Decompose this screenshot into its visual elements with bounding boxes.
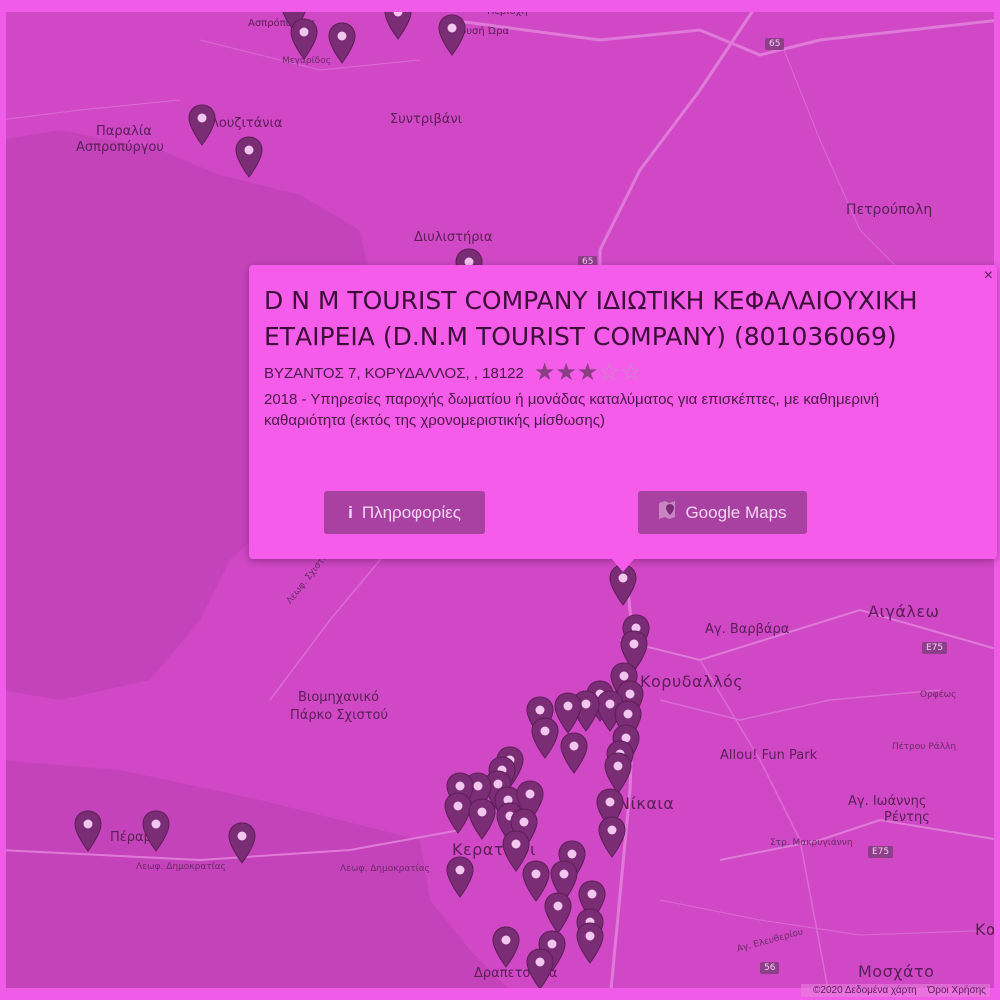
label-viomichaniko: Βιομηχανικό (298, 690, 380, 705)
label-orfeos: Ορφέως (920, 690, 957, 700)
star-icon: ★ (555, 359, 577, 386)
map-pin-icon[interactable] (491, 926, 521, 968)
label-aigaleo: Αιγάλεω (868, 602, 940, 621)
map-pin-icon[interactable] (445, 856, 475, 898)
address-row: ΒΥΖΑΝΤΟΣ 7, ΚΟΡΥΔΑΛΛΟΣ, , 18122 ★ ★ ★ ☆ ☆ (264, 359, 982, 386)
map-pin-icon[interactable] (437, 14, 467, 56)
label-ag-ioannis: Αγ. Ιωάννης (848, 794, 927, 809)
map-pin-icon[interactable] (73, 810, 103, 852)
label-petrou-ralli: Πέτρου Ράλλη (892, 742, 957, 752)
map-pin-icon[interactable] (543, 892, 573, 934)
terms-link[interactable]: Όροι Χρήσης (928, 985, 986, 996)
star-icon: ☆ (598, 359, 620, 386)
star-rating: ★ ★ ★ ☆ ☆ (533, 359, 642, 386)
route-shield-56: 56 (760, 962, 780, 974)
info-button[interactable]: i Πληροφορίες (324, 491, 485, 534)
label-paralia: Παραλία (96, 124, 152, 139)
map-pin-icon[interactable] (327, 22, 357, 64)
map-pin-icon[interactable] (525, 948, 555, 990)
map-pin-icon[interactable] (187, 104, 217, 146)
label-rentis: Ρέντης (884, 810, 930, 825)
label-nikaia: Νίκαια (618, 794, 675, 813)
info-window-pointer (611, 558, 635, 572)
google-maps-button[interactable]: Google Maps (638, 491, 807, 534)
business-description: 2018 - Υπηρεσίες παροχής δωματίου ή μονά… (264, 391, 880, 429)
star-icon: ☆ (619, 359, 642, 386)
map-attribution: ©2020 Δεδομένα χάρτη Όροι Χρήσης (801, 984, 990, 997)
label-diylistiria: Διυλιστήρια (414, 230, 493, 245)
map-frame-left (0, 0, 6, 1000)
label-str-makrygianni: Στρ. Μακρυγιάννη (770, 838, 853, 848)
google-maps-button-label: Google Maps (685, 502, 787, 522)
map-pin-icon[interactable] (575, 922, 605, 964)
info-window: × D N M TOURIST COMPANY ΙΔΙΩΤΙΚΗ ΚΕΦΑΛΑΙ… (249, 265, 997, 572)
map-pin-icon[interactable] (559, 732, 589, 774)
business-title: D N M TOURIST COMPANY ΙΔΙΩΤΙΚΗ ΚΕΦΑΛΑΙΟΥ… (264, 286, 918, 351)
map-canvas[interactable]: Ασπρόπυργος Μεγαρίδος Περιοχή Χρυσή Ώρα … (0, 0, 1000, 1000)
label-parko-schistou: Πάρκο Σχιστού (290, 708, 389, 723)
info-button-label: Πληροφορίες (361, 502, 461, 522)
label-ag-varvara: Αγ. Βαρβάρα (705, 622, 790, 637)
label-syntrivani: Συντριβάνι (390, 112, 463, 127)
map-pin-icon[interactable] (467, 798, 497, 840)
star-icon: ★ (533, 359, 556, 386)
star-icon: ★ (576, 359, 599, 386)
label-allou-fun-park: Allou! Fun Park (720, 748, 818, 763)
map-frame-top (0, 0, 1000, 12)
label-korydallos: Κορυδαλλός (640, 672, 744, 691)
map-pin-icon[interactable] (530, 717, 560, 759)
route-shield-e75-b: E75 (868, 846, 894, 858)
map-pin-icon[interactable] (597, 816, 627, 858)
map-pin-icon[interactable] (234, 136, 264, 178)
label-moschato: Μοσχάτο (858, 962, 935, 981)
info-icon: i (348, 502, 353, 522)
label-paralia-aspropyrgou: Ασπροπύργου (76, 140, 164, 155)
business-address: ΒΥΖΑΝΤΟΣ 7, ΚΟΡΥΔΑΛΛΟΣ, , 18122 (264, 364, 524, 382)
label-lousitania: Λουζιτάνια (210, 116, 283, 131)
route-shield-e75-a: E75 (922, 642, 948, 654)
google-maps-icon (658, 500, 676, 525)
label-petroupoli: Πετρούπολη (846, 202, 933, 218)
label-leof-dimokratias-2: Λεωφ. Δημοκρατίας (340, 864, 430, 874)
close-icon[interactable]: × (984, 267, 993, 285)
map-pin-icon[interactable] (289, 18, 319, 60)
label-leof-dimokratias-1: Λεωφ. Δημοκρατίας (136, 862, 226, 872)
map-pin-icon[interactable] (141, 810, 171, 852)
map-pin-icon[interactable] (227, 822, 257, 864)
route-shield-65-top: 65 (765, 38, 785, 50)
attribution-data: ©2020 Δεδομένα χάρτη (813, 985, 917, 996)
